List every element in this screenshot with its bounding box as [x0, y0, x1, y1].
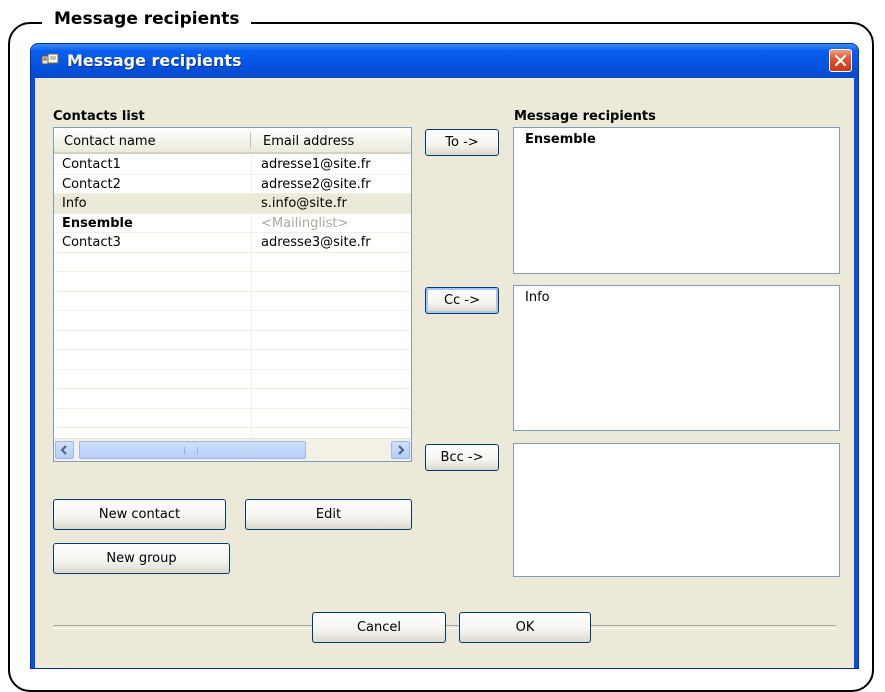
contact-name-cell: Contact3 [62, 235, 121, 250]
empty-row [54, 409, 411, 428]
table-row[interactable]: Contact3 adresse3@site.fr [54, 233, 411, 253]
empty-row [54, 370, 411, 389]
empty-row [54, 272, 411, 292]
dialog-window: Message recipients Contacts list Contact… [30, 43, 859, 669]
cc-button-label: Cc -> [444, 293, 480, 308]
app-icon [41, 53, 59, 65]
email-cell: adresse2@site.fr [261, 176, 371, 192]
contact-name-cell: Info [62, 196, 87, 211]
close-icon [834, 54, 847, 67]
new-contact-button[interactable]: New contact [53, 499, 226, 530]
column-separator[interactable] [250, 132, 251, 149]
empty-row [54, 331, 411, 350]
contact-name-cell: Ensemble [62, 215, 133, 231]
scroll-right-button[interactable] [391, 441, 410, 459]
empty-row [54, 292, 411, 311]
ok-button-label: OK [515, 620, 535, 635]
contact-name-cell: Contact2 [62, 176, 121, 192]
listview-rows: Contact1 adresse1@site.fr Contact2 adres… [54, 155, 411, 448]
new-group-button[interactable]: New group [53, 543, 230, 574]
table-row[interactable]: Contact1 adresse1@site.fr [54, 155, 411, 175]
horizontal-scrollbar[interactable] [54, 438, 411, 461]
cc-button[interactable]: Cc -> [425, 287, 499, 314]
to-button[interactable]: To -> [425, 129, 499, 156]
cancel-button-label: Cancel [356, 620, 402, 635]
edit-button-label: Edit [315, 507, 342, 522]
contacts-list-label: Contacts list [53, 109, 145, 124]
contact-name-cell: Contact1 [62, 157, 121, 172]
email-cell: s.info@site.fr [261, 196, 347, 211]
chevron-left-icon [60, 445, 67, 455]
scroll-left-button[interactable] [55, 441, 74, 459]
table-row[interactable]: Ensemble <Mailinglist> [54, 214, 411, 233]
bcc-button-label: Bcc -> [440, 450, 484, 465]
to-recipient-value: Ensemble [525, 132, 596, 147]
empty-row [54, 389, 411, 409]
email-cell: adresse3@site.fr [261, 235, 371, 250]
edit-button[interactable]: Edit [245, 499, 412, 530]
dialog-client: Contacts list Contact name Email address… [35, 78, 854, 668]
empty-row [54, 253, 411, 272]
message-recipients-label: Message recipients [514, 109, 656, 124]
table-row[interactable]: Contact2 adresse2@site.fr [54, 175, 411, 194]
empty-row [54, 311, 411, 331]
cc-recipient-value: Info [525, 290, 550, 305]
to-button-label: To -> [445, 135, 479, 150]
cc-recipients-box[interactable]: Info [513, 285, 840, 431]
to-recipients-box[interactable]: Ensemble [513, 127, 840, 274]
new-group-button-label: New group [106, 551, 177, 566]
title-bar[interactable]: Message recipients [31, 44, 858, 78]
bcc-button[interactable]: Bcc -> [425, 444, 499, 471]
window-title: Message recipients [67, 51, 242, 70]
email-cell: <Mailinglist> [261, 215, 349, 231]
ok-button[interactable]: OK [459, 612, 591, 643]
empty-row [54, 350, 411, 370]
listview-header: Contact name Email address [54, 128, 411, 154]
email-cell: adresse1@site.fr [261, 157, 371, 172]
bcc-recipients-box[interactable] [513, 443, 840, 577]
contacts-listview[interactable]: Contact name Email address Contact1 adre… [53, 127, 412, 462]
new-contact-button-label: New contact [98, 507, 181, 522]
cancel-button[interactable]: Cancel [312, 612, 446, 643]
column-header-contact-name[interactable]: Contact name [64, 134, 156, 149]
chevron-right-icon [398, 445, 405, 455]
scroll-thumb[interactable] [79, 441, 306, 459]
table-row-selected[interactable]: Info s.info@site.fr [54, 194, 411, 214]
close-button[interactable] [829, 49, 852, 72]
scroll-grip-icon [184, 447, 198, 454]
frame-caption: Message recipients [42, 9, 252, 29]
column-header-email-address[interactable]: Email address [263, 134, 354, 149]
